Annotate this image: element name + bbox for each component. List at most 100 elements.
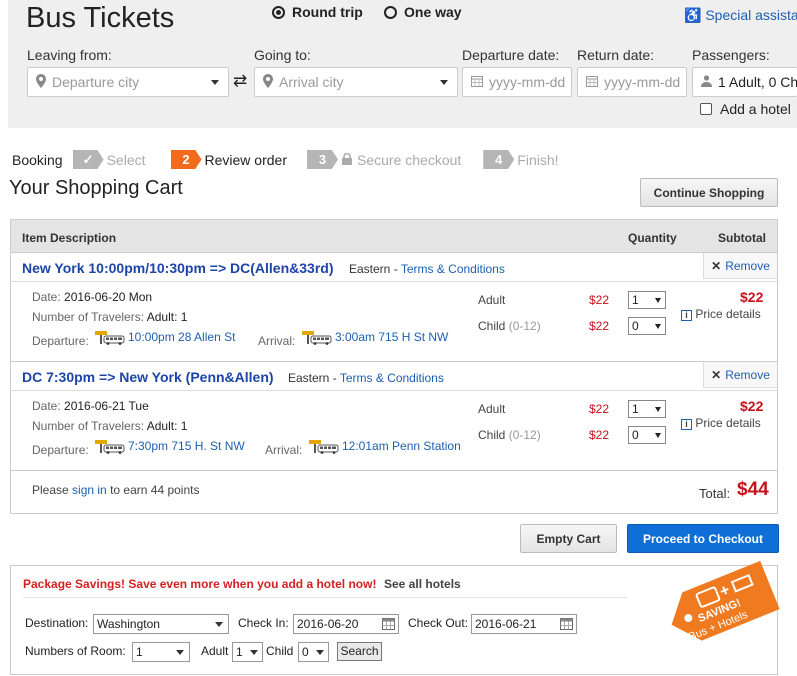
sign-in-link[interactable]: sign in [72,483,107,497]
return-date-label: Return date: [577,47,655,63]
special-assistance-label: Special assista [705,7,797,23]
departure-stop-link[interactable]: 10:00pm 28 Allen St [95,330,235,345]
travelers-label: Number of Travelers: [32,419,145,433]
booking-progress: Booking ✓ Select 2 Review order 3 Secure… [12,150,559,169]
cart-item: New York 10:00pm/10:30pm => DC(Allen&33r… [11,253,777,362]
carrier-name: Eastern - [349,262,398,276]
chevron-down-icon [211,80,219,85]
add-hotel-checkbox[interactable]: Add a hotel [700,101,791,117]
terms-link[interactable]: Terms & Conditions [401,262,505,276]
check-icon: ✓ [72,150,104,169]
please-text: Please [32,483,69,497]
adult-label: Adult [478,293,506,307]
special-assistance-link[interactable]: ♿ Special assista [684,7,797,24]
departure-date-placeholder: yyyy-mm-dd [489,74,566,90]
departure-date-label: Departure date: [462,47,560,63]
arrival-label: Arrival: [265,443,303,457]
passengers-label: Passengers: [692,47,770,63]
departure-city-select[interactable]: Departure city [27,67,229,97]
passengers-select[interactable]: 1 Adult, 0 Ch [692,67,797,97]
round-trip-radio[interactable]: Round trip [272,4,363,20]
child-quantity-value: 0 [632,428,639,442]
arrival-label: Arrival: [258,334,296,348]
remove-button[interactable]: ✕ Remove [703,362,777,388]
col-item-description: Item Description [22,231,117,245]
bus-stop-icon [95,330,125,345]
divider [23,597,627,598]
terms-link[interactable]: Terms & Conditions [340,371,444,385]
total-label: Total: [699,486,731,501]
destination-value: Washington [97,617,160,631]
radio-unselected-icon [384,5,397,19]
arrival-stop-link[interactable]: 3:00am 715 H St NW [302,330,448,345]
step-select: Select [106,151,146,168]
passengers-value: 1 Adult, 0 Ch [718,74,797,90]
proceed-to-checkout-button[interactable]: Proceed to Checkout [627,524,779,553]
destination-select[interactable]: Washington [93,614,229,634]
package-headline: Package Savings! Save even more when you… [23,577,377,591]
return-date-input[interactable]: yyyy-mm-dd [577,67,687,97]
booking-label: Booking [12,151,63,168]
adult-quantity-select[interactable]: 1 [628,400,666,418]
adult-quantity-select[interactable]: 1 [628,291,666,309]
hotel-adult-select[interactable]: 1 [232,642,263,662]
calendar-icon[interactable] [382,617,395,635]
child-quantity-select[interactable]: 0 [628,317,666,335]
check-out-input[interactable]: 2016-06-21 [471,614,577,634]
arrival-city-select[interactable]: Arrival city [254,67,458,97]
remove-button[interactable]: ✕ Remove [703,253,777,279]
date-label: Date: [32,290,61,304]
chevron-down-icon [655,433,661,438]
travelers-value: Adult: 1 [146,310,188,324]
step-2-badge: 2 [170,150,202,169]
child-quantity-select[interactable]: 0 [628,426,666,444]
hotel-search-button[interactable]: Search [337,642,382,661]
step-4-badge: 4 [483,150,515,169]
departure-date-input[interactable]: yyyy-mm-dd [462,67,572,97]
location-pin-icon [36,73,46,91]
bus-stop-icon [302,330,332,345]
child-price: $22 [589,428,610,442]
round-trip-label: Round trip [292,4,363,20]
bus-stop-icon [309,439,339,454]
see-all-hotels-link[interactable]: See all hotels [384,577,461,591]
price-details-link[interactable]: i Price details [681,416,761,430]
checkbox-icon [700,103,712,115]
child-age-range: (0-12) [508,319,541,333]
rooms-select[interactable]: 1 [132,642,190,662]
rooms-label: Numbers of Room: [25,644,126,658]
hotel-child-select[interactable]: 0 [298,642,329,662]
departure-city-placeholder: Departure city [52,74,140,90]
chevron-down-icon [655,407,661,412]
departure-stop-link[interactable]: 7:30pm 715 H. St NW [95,439,245,454]
empty-cart-button[interactable]: Empty Cart [520,524,617,553]
trip-date: 2016-06-21 Tue [64,399,149,413]
bus-stop-icon [95,439,125,454]
hotel-child-value: 0 [302,645,309,659]
price-details-link[interactable]: i Price details [681,307,761,321]
step-secure-checkout: Secure checkout [357,151,462,168]
close-icon: ✕ [711,258,722,273]
leaving-from-label: Leaving from: [27,47,112,63]
check-in-value: 2016-06-20 [297,617,359,631]
arrival-stop-link[interactable]: 12:01am Penn Station [309,439,461,454]
package-savings-panel: Package Savings! Save even more when you… [10,560,780,675]
one-way-radio[interactable]: One way [384,4,462,20]
chevron-down-icon [655,324,661,329]
info-icon: i [681,419,692,430]
chevron-down-icon [176,650,184,655]
check-in-input[interactable]: 2016-06-20 [293,614,399,634]
calendar-icon[interactable] [560,617,573,635]
continue-shopping-button[interactable]: Continue Shopping [640,178,778,207]
info-icon: i [681,310,692,321]
chevron-down-icon [440,80,448,85]
swap-cities-icon[interactable]: ⇄ [233,71,247,91]
adult-quantity-value: 1 [632,402,639,416]
chevron-down-icon [655,298,661,303]
person-icon [701,74,712,90]
adult-price: $22 [589,293,610,307]
adult-quantity-value: 1 [632,293,639,307]
check-out-label: Check Out: [408,616,469,630]
child-quantity-value: 0 [632,319,639,333]
page-title: Bus Tickets [26,2,175,34]
